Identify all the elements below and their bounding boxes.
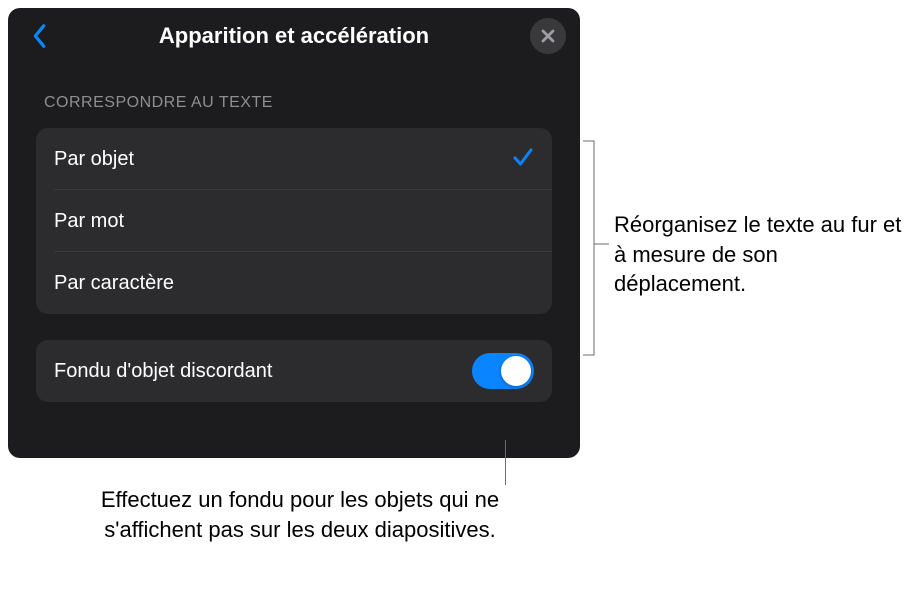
- callout-line: [505, 440, 506, 485]
- switch-knob: [501, 356, 531, 386]
- checkmark-icon: [512, 146, 534, 173]
- callout-bracket: [582, 140, 610, 356]
- fade-unmatched-toggle[interactable]: [472, 353, 534, 389]
- text-match-options: Par objet Par mot Par caractère: [36, 128, 552, 314]
- panel-title: Apparition et accélération: [58, 23, 530, 49]
- option-par-objet[interactable]: Par objet: [36, 128, 552, 190]
- toggle-label: Fondu d'objet discordant: [54, 360, 272, 383]
- close-button[interactable]: [530, 18, 566, 54]
- toggle-group: Fondu d'objet discordant: [36, 340, 552, 402]
- option-par-mot[interactable]: Par mot: [36, 190, 552, 252]
- option-par-caractere[interactable]: Par caractère: [36, 252, 552, 314]
- chevron-left-icon: [31, 23, 49, 49]
- back-button[interactable]: [22, 18, 58, 54]
- section-header: CORRESPONDRE AU TEXTE: [8, 64, 580, 122]
- option-label: Par objet: [54, 148, 134, 171]
- callout-text-delivery: Réorganisez le texte au fur et à mesure …: [614, 210, 904, 299]
- panel-header: Apparition et accélération: [8, 8, 580, 64]
- settings-panel: Apparition et accélération CORRESPONDRE …: [8, 8, 580, 458]
- close-icon: [540, 28, 556, 44]
- fade-unmatched-row: Fondu d'objet discordant: [36, 340, 552, 402]
- callout-fade-unmatched: Effectuez un fondu pour les objets qui n…: [90, 485, 510, 544]
- option-label: Par mot: [54, 210, 124, 233]
- option-label: Par caractère: [54, 272, 174, 295]
